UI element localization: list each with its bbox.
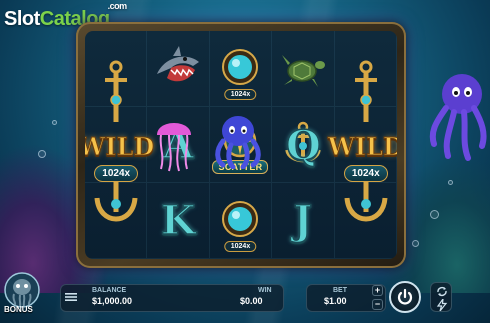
octopus-symbol-icon	[215, 116, 262, 170]
symbol-letter-j: J	[293, 196, 313, 245]
octopus-decoration	[429, 74, 487, 161]
wild-anchor-icon	[105, 60, 128, 122]
anchor-base-icon	[94, 182, 138, 222]
wild-reel-5: WILD 1024x	[327, 31, 397, 259]
sea-turtle-icon	[281, 54, 325, 87]
bet-increase-button[interactable]: +	[372, 285, 383, 296]
bubble	[430, 210, 439, 219]
reel-cell	[147, 31, 210, 107]
reel-frame: 1024x A SCATTER K 1024x J Q WILD 1024x W…	[76, 22, 406, 268]
balance-label: BALANCE	[92, 287, 127, 294]
reel-cell: 1024x	[209, 31, 273, 107]
wild-label: WILD	[327, 132, 397, 162]
anchor-base-icon	[344, 182, 388, 222]
win-label: WIN	[258, 287, 272, 294]
bonus-label: BONUS	[4, 305, 33, 314]
wild-label: WILD	[85, 132, 155, 162]
reel-cell: J	[272, 183, 335, 259]
wild-reel-1: WILD 1024x	[85, 31, 155, 259]
reel-cell: K	[147, 183, 210, 259]
symbol-letter-q: Q	[285, 121, 321, 170]
shark-icon	[157, 45, 200, 81]
pearl-orb-icon	[222, 200, 259, 237]
wild-multiplier-badge: 1024x	[343, 165, 388, 182]
autoplay-icon[interactable]	[436, 286, 448, 297]
symbol-multiplier-badge: 1024x	[224, 241, 257, 252]
bet-decrease-button[interactable]: −	[372, 299, 383, 310]
spin-button[interactable]	[389, 281, 421, 313]
menu-icon[interactable]	[64, 290, 78, 304]
pearl-orb-icon	[222, 48, 259, 85]
balance-value: $1,000.00	[92, 296, 133, 306]
bet-label: BET	[333, 287, 347, 294]
bubble	[38, 150, 46, 158]
reel-cell: 1024x	[209, 183, 273, 259]
bubble	[412, 240, 419, 247]
wild-multiplier-badge: 1024x	[94, 165, 139, 182]
symbol-multiplier-badge: 1024x	[224, 89, 257, 100]
reel-cell	[272, 31, 335, 107]
jellyfish-icon	[156, 123, 191, 172]
symbol-letter-k: K	[160, 196, 196, 245]
turbo-lightning-icon[interactable]	[436, 299, 448, 311]
power-icon	[397, 288, 413, 305]
bubble	[448, 180, 453, 185]
bet-value: $1.00	[324, 296, 347, 306]
reel-grid: 1024x A SCATTER K 1024x J Q WILD 1024x W…	[85, 31, 397, 259]
win-value: $0.00	[240, 296, 263, 306]
autoplay-turbo-panel	[430, 282, 452, 312]
wild-anchor-icon	[354, 60, 377, 122]
bubble	[52, 120, 57, 125]
